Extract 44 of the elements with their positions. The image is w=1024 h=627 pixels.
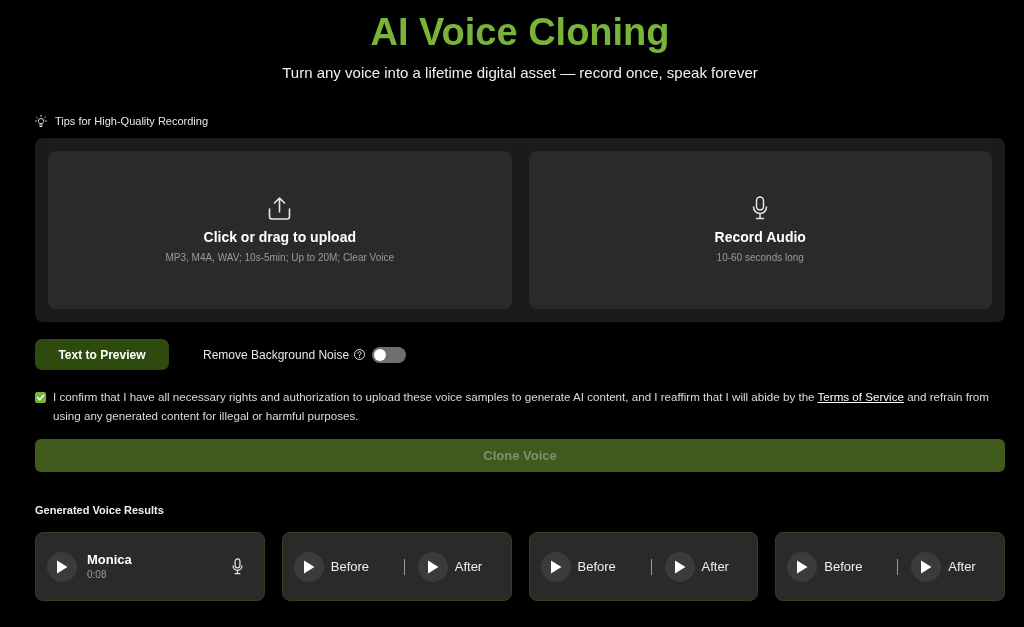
before-label: Before [330,557,370,576]
after-label: After [454,557,483,576]
upload-dropzone[interactable]: Click or drag to upload MP3, M4A, WAV; 10s-5min; Up to 20M; Clear Voice [48,151,512,309]
section-heading: Generated Voice Results [35,503,165,517]
after-label: After [701,557,729,576]
play-icon [549,559,562,574]
play-icon [426,559,439,574]
before-label: Before [824,557,863,576]
dropzone-title: Click or drag to upload [203,228,356,246]
play-button[interactable] [664,551,695,582]
play-button[interactable] [293,551,324,582]
microphone-icon[interactable] [231,558,243,575]
play-button[interactable] [787,551,818,582]
text-to-preview-button[interactable]: Text to Preview [35,339,169,370]
toggle-switch[interactable] [372,346,407,363]
play-icon [56,559,68,574]
play-button[interactable] [911,551,942,582]
voice-name: Monica [87,552,133,568]
after-label: After [948,557,976,576]
tips-label: Tips for High-Quality Recording [55,114,209,128]
page-title: AI Voice Cloning [369,10,671,55]
play-icon [920,559,933,574]
dropzone-hint: 10-60 seconds long [716,252,804,264]
lightbulb-icon [35,115,47,127]
before-label: Before [577,557,616,576]
microphone-icon [752,196,769,220]
play-button[interactable] [47,551,77,582]
consent-text: I confirm that I have all necessary rights and authorization to upload these voice samples to generate AI content, and I reaffirm that I will abide by the Terms of Service and refrain from using any generated content for illegal or harmful purposes. [53,389,990,424]
check-icon [36,393,45,402]
voice-duration: 0:08 [87,568,108,581]
noise-removal-label: Remove Background Noise [203,346,350,364]
play-icon [673,559,686,574]
dropzone-title: Record Audio [714,229,806,246]
help-icon[interactable] [354,349,366,360]
checkbox[interactable] [35,392,46,403]
record-audio-area[interactable]: Record Audio 10-60 seconds long [528,151,992,309]
play-icon [796,559,809,574]
page-subtitle: Turn any voice into a lifetime digital asset — record once, speak forever [281,63,759,83]
terms-link[interactable]: Terms of Service [817,390,904,403]
dropzone-hint: MP3, M4A, WAV; 10s-5min; Up to 20M; Clear Voice [165,251,395,264]
play-button[interactable] [540,551,571,582]
play-button[interactable] [417,551,448,582]
play-icon [302,559,315,574]
upload-icon [268,196,292,220]
